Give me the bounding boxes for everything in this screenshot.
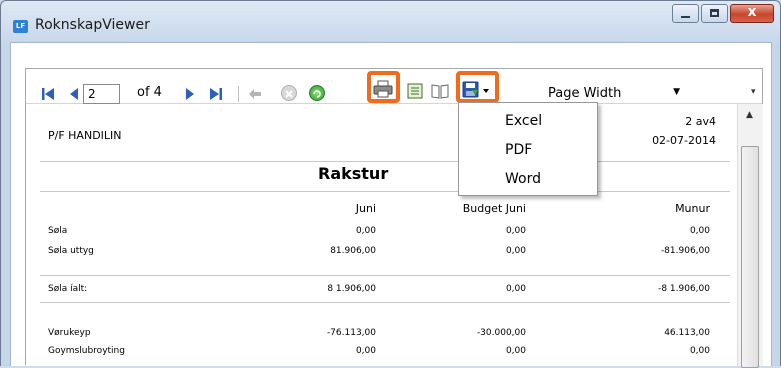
column-header-budget: Budget Juni — [462, 202, 526, 215]
row-label: Søla — [48, 226, 68, 236]
scroll-up-icon[interactable]: ▲ — [746, 110, 753, 120]
row-label: Goymslubroyting — [48, 346, 125, 356]
previous-page-icon[interactable] — [69, 87, 79, 101]
row-value: 8 1.906,00 — [327, 284, 376, 294]
next-page-icon[interactable] — [185, 87, 195, 101]
row-label: Søla uttyg — [48, 246, 94, 256]
row-value: 0,00 — [505, 226, 526, 236]
row-value: 46.113,00 — [664, 328, 710, 338]
row-value: 0,00 — [689, 226, 710, 236]
close-button[interactable]: x — [730, 4, 774, 23]
refresh-icon[interactable] — [309, 85, 325, 101]
print-icon[interactable] — [373, 80, 393, 98]
row-value: -76.113,00 — [326, 328, 376, 338]
menu-item-pdf[interactable]: PDF — [505, 142, 532, 158]
chevron-down-icon: ▼ — [673, 87, 680, 97]
row-value: -30.000,00 — [476, 328, 526, 338]
toolbar-separator — [238, 86, 239, 102]
row-value: -81.906,00 — [660, 246, 710, 256]
minimize-icon — [681, 16, 690, 18]
menu-item-word[interactable]: Word — [505, 171, 541, 187]
page-number-input[interactable]: 2 — [83, 84, 120, 104]
last-page-icon[interactable] — [209, 87, 223, 101]
row-value: 0,00 — [505, 346, 526, 356]
column-header-juni: Juni — [355, 202, 376, 215]
column-header-munur: Munur — [675, 202, 710, 215]
minimize-button[interactable] — [672, 4, 699, 23]
company-name: P/F HANDILIN — [48, 129, 122, 142]
zoom-value: Page Width — [548, 86, 622, 101]
scrollbar-thumb[interactable] — [741, 146, 759, 368]
maximize-icon — [710, 9, 719, 17]
row-label: Vørukeyp — [48, 328, 91, 338]
window-title: RoknskapViewer — [35, 17, 150, 33]
window-controls: x — [670, 4, 774, 23]
row-value: -8 1.906,00 — [658, 284, 710, 294]
report-title: Rakstur — [318, 164, 389, 183]
close-icon: x — [747, 4, 757, 20]
menu-item-excel[interactable]: Excel — [505, 113, 542, 129]
maximize-button[interactable] — [701, 4, 728, 23]
page-setup-icon[interactable] — [407, 83, 423, 99]
title-bar[interactable]: LF RoknskapViewer x — [1, 1, 780, 41]
vertical-scrollbar[interactable]: ▲ — [737, 104, 763, 368]
report-date: 02-07-2014 — [652, 134, 716, 147]
row-label: Søla íalt: — [48, 284, 88, 294]
row-value: 0,00 — [689, 346, 710, 356]
stop-icon[interactable] — [281, 85, 297, 101]
page-indicator: 2 av4 — [685, 115, 716, 128]
row-value: 81.906,00 — [330, 246, 376, 256]
print-layout-icon[interactable] — [431, 83, 449, 99]
divider — [40, 302, 730, 303]
divider — [40, 191, 730, 192]
row-value: 0,00 — [505, 284, 526, 294]
page-count-label: of 4 — [137, 85, 162, 100]
back-icon[interactable] — [248, 87, 262, 101]
app-icon: LF — [13, 20, 28, 33]
divider — [40, 161, 730, 162]
row-value: 0,00 — [355, 226, 376, 236]
export-menu: Excel PDF Word — [458, 102, 598, 196]
report-page: P/F HANDILIN 2 av4 : 02-07-2014 Rakstur … — [26, 104, 736, 366]
row-value: 0,00 — [505, 246, 526, 256]
toolbar-overflow-icon[interactable]: ▾ — [751, 87, 756, 97]
first-page-icon[interactable] — [41, 87, 55, 101]
divider — [40, 275, 730, 276]
export-save-icon[interactable] — [462, 81, 492, 99]
report-viewer: 2 of 4 Page Width ▼ ▾ P/F HANDILIN 2 av4… — [25, 68, 763, 368]
viewer-toolbar: 2 of 4 Page Width ▼ ▾ — [26, 69, 762, 104]
row-value: 0,00 — [355, 346, 376, 356]
